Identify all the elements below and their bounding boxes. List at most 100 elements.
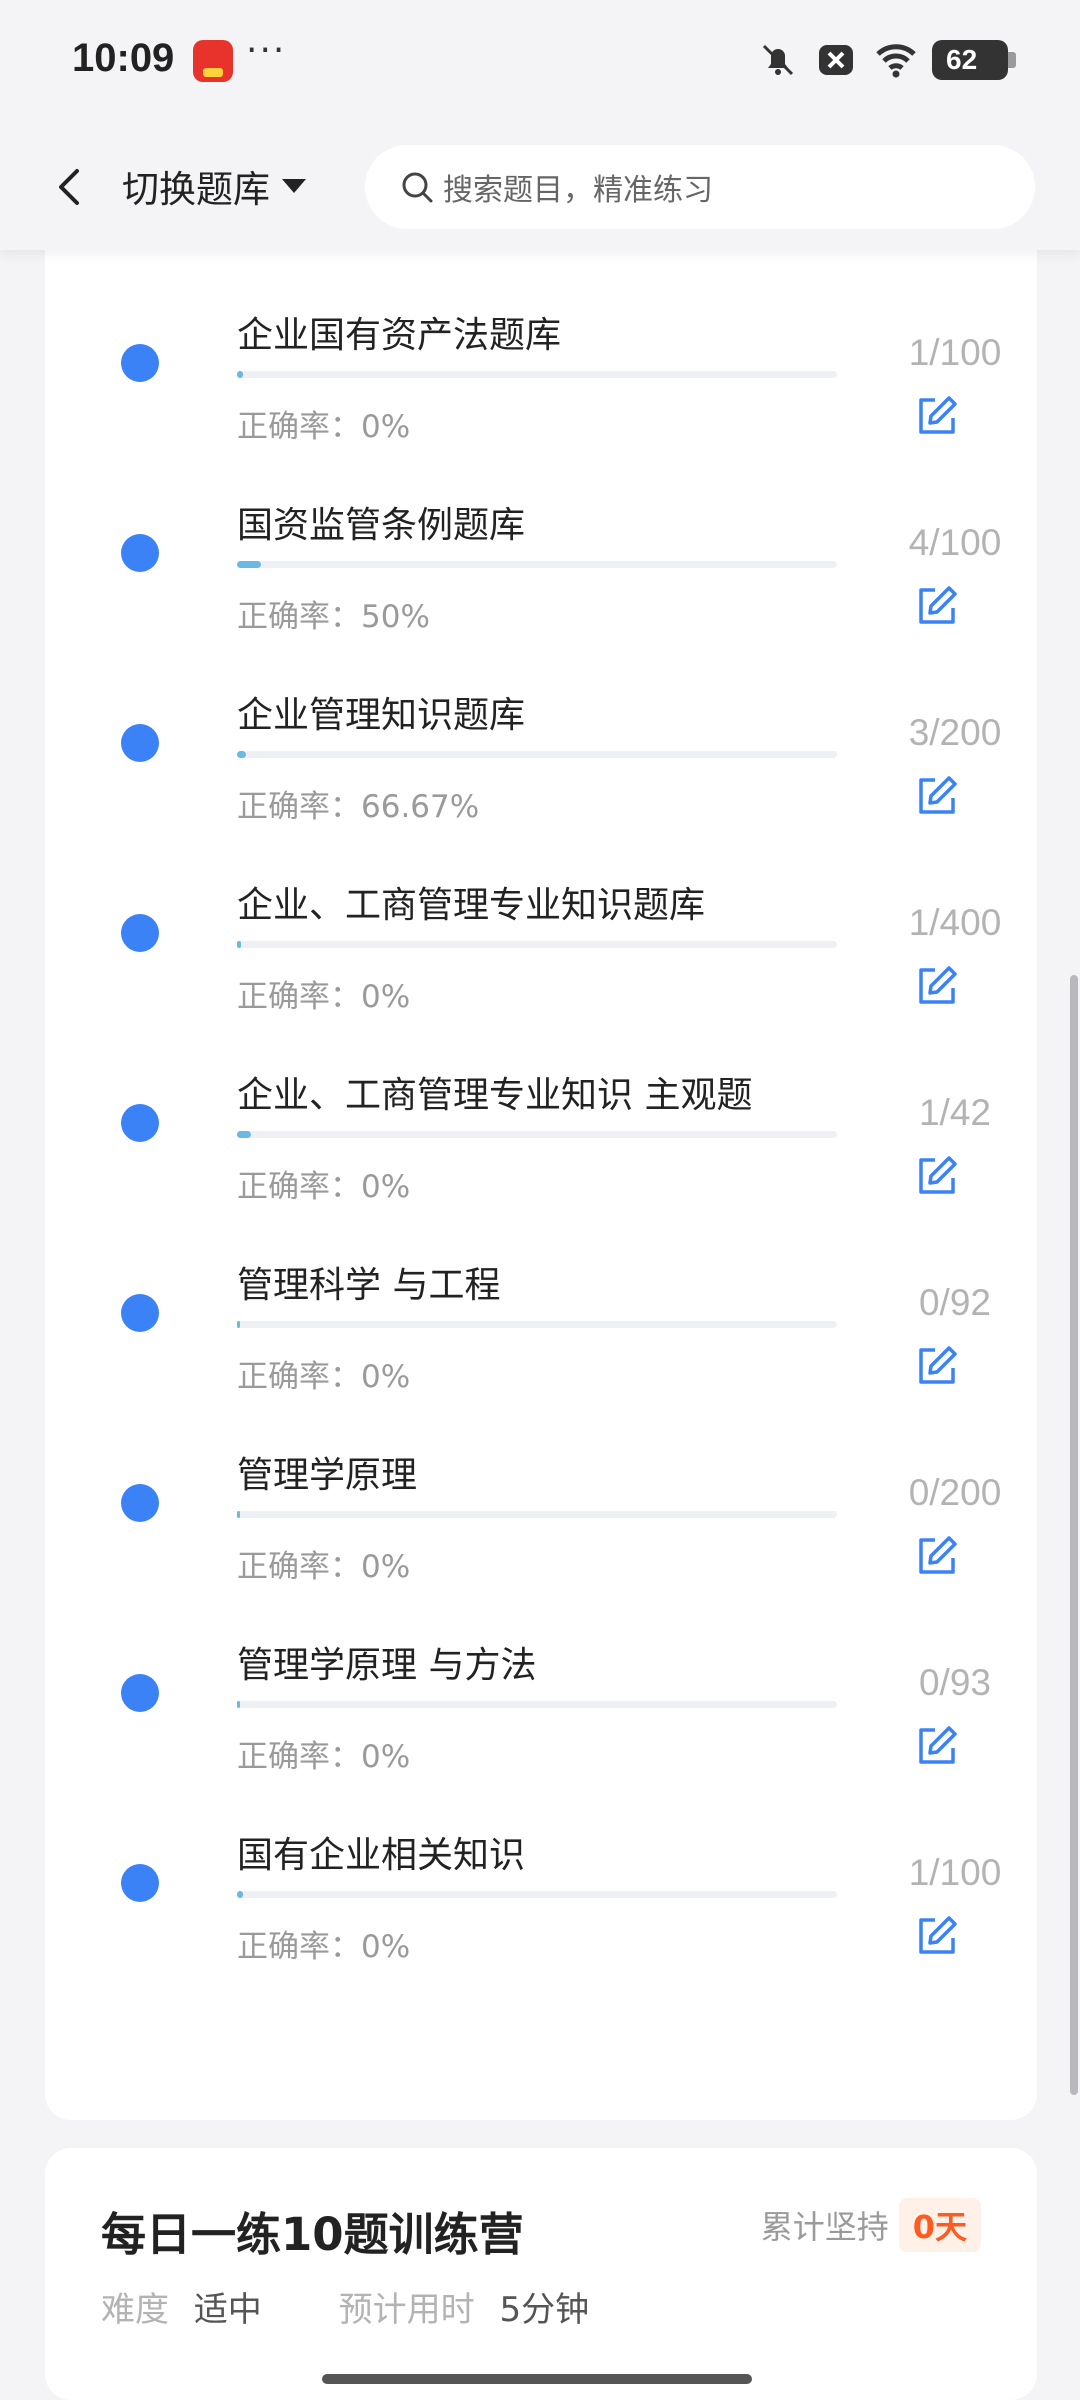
switch-question-bank-button[interactable]: 切换题库 [122,159,306,213]
progress-track [237,1891,837,1898]
progress-count: 1/42 [918,1092,991,1133]
streak-label: 累计坚持 [760,2208,889,2246]
search-placeholder: 搜索题目，精准练习 [443,173,713,208]
bell-muted-icon [758,40,798,80]
edit-practice-icon[interactable] [913,392,961,440]
progress-count: 0/93 [918,1662,991,1703]
question-bank-row[interactable]: 管理科学 与工程正确率：0% 0/92 [45,1218,1037,1408]
bank-title: 企业国有资产法题库 [237,315,562,356]
progress-track [237,561,837,568]
question-bank-row[interactable]: 管理学原理 与方法正确率：0% 0/93 [45,1598,1037,1788]
accuracy-text: 正确率：0% [237,1169,411,1205]
streak-badge: 0天 [898,2198,981,2252]
time-value: 5分钟 [499,2290,590,2330]
accuracy-text: 正确率：0% [237,1549,411,1585]
bank-title: 企业、工商管理专业知识 主观题 [237,1075,753,1116]
status-dot [121,1104,159,1142]
question-bank-row[interactable]: 国资监管条例题库正确率：50% 4/100 [45,458,1037,648]
edit-practice-icon[interactable] [913,1912,961,1960]
status-dot [121,1294,159,1332]
question-bank-list: 国资相关知识题库正确率：100%2/101企业国有资产法题库正确率：0%1/10… [45,170,1037,2120]
bank-title: 国有企业相关知识 [237,1835,526,1876]
daily-practice-card[interactable]: 每日一练10题训练营 累计坚持 0天 难度 适中 预计用时 5分钟 [45,2148,1037,2400]
progress-track [237,1321,837,1328]
search-icon [397,167,437,207]
accuracy-text: 正确率：0% [237,409,411,445]
notification-close-icon [816,40,856,80]
question-bank-row[interactable]: 企业、工商管理专业知识 主观题正确率：0% 1/42 [45,1028,1037,1218]
status-dot [121,344,159,382]
status-time: 10:09 [72,36,175,80]
progress-track [237,751,837,758]
edit-practice-icon[interactable] [913,962,961,1010]
difficulty-label: 难度 [101,2290,169,2330]
accuracy-text: 正确率：0% [237,1359,411,1395]
progress-fill [237,1511,240,1518]
camp-title: 每日一练10题训练营 [101,2208,524,2261]
status-dot [121,1674,159,1712]
caret-down-icon [282,179,306,193]
status-dot [121,724,159,762]
question-bank-row[interactable]: 管理学原理正确率：0% 0/200 [45,1408,1037,1598]
back-arrow-icon[interactable] [45,157,95,217]
progress-track [237,941,837,948]
more-notifications-icon: ··· [246,30,287,71]
question-bank-row[interactable]: 国有企业相关知识正确率：0% 1/100 [45,1788,1037,1978]
progress-count: 0/200 [908,1472,1002,1513]
shopping-app-icon [193,40,233,82]
progress-count: 1/100 [908,1852,1002,1893]
bank-title: 企业管理知识题库 [237,695,526,736]
edit-practice-icon[interactable] [913,1342,961,1390]
progress-fill [237,1131,252,1138]
edit-practice-icon[interactable] [913,772,961,820]
status-dot [121,534,159,572]
home-indicator[interactable] [322,2374,752,2384]
bank-title: 企业、工商管理专业知识题库 [237,885,706,926]
question-bank-row[interactable]: 企业国有资产法题库正确率：0% 1/100 [45,268,1037,458]
edit-practice-icon[interactable] [913,1152,961,1200]
question-bank-row[interactable]: 企业管理知识题库正确率：66.67% 3/200 [45,648,1037,838]
wifi-icon [874,40,916,80]
battery-icon: 62 [932,40,1016,80]
status-dot [121,1484,159,1522]
bank-title: 管理学原理 [237,1455,418,1496]
edit-practice-icon[interactable] [913,1532,961,1580]
progress-fill [237,371,243,378]
accuracy-text: 正确率：0% [237,979,411,1015]
top-bar: 切换题库 搜索题目，精准练习 [0,125,1080,250]
accuracy-text: 正确率：50% [237,599,430,635]
progress-fill [237,1701,240,1708]
switch-label: 切换题库 [122,168,270,211]
progress-count: 1/100 [908,332,1002,373]
progress-count: 3/200 [908,712,1002,753]
edit-practice-icon[interactable] [913,1722,961,1770]
progress-track [237,371,837,378]
bank-title: 国资监管条例题库 [237,505,526,546]
progress-count: 0/92 [918,1282,991,1323]
status-dot [121,914,159,952]
progress-track [237,1701,837,1708]
bank-title: 管理科学 与工程 [237,1265,501,1306]
search-input[interactable]: 搜索题目，精准练习 [365,145,1035,229]
progress-fill [237,1891,243,1898]
time-label: 预计用时 [338,2290,475,2330]
progress-count: 1/400 [908,902,1002,943]
edit-practice-icon[interactable] [913,582,961,630]
streak: 累计坚持 0天 [761,2198,981,2252]
accuracy-text: 正确率：66.67% [237,789,480,825]
progress-fill [237,561,261,568]
progress-count: 4/100 [908,522,1002,563]
scrollbar[interactable] [1070,975,1078,2095]
camp-meta: 难度 适中 预计用时 5分钟 [101,2282,589,2331]
question-bank-row[interactable]: 企业、工商管理专业知识题库正确率：0% 1/400 [45,838,1037,1028]
progress-track [237,1511,837,1518]
difficulty-value: 适中 [193,2290,262,2330]
progress-track [237,1131,837,1138]
accuracy-text: 正确率：0% [237,1929,411,1965]
progress-fill [237,941,241,948]
accuracy-text: 正确率：0% [237,1739,411,1775]
progress-fill [237,1321,240,1328]
status-bar: 10:09 ··· 62 [0,0,1080,125]
battery-level: 62 [946,44,978,75]
bank-title: 管理学原理 与方法 [237,1645,537,1686]
